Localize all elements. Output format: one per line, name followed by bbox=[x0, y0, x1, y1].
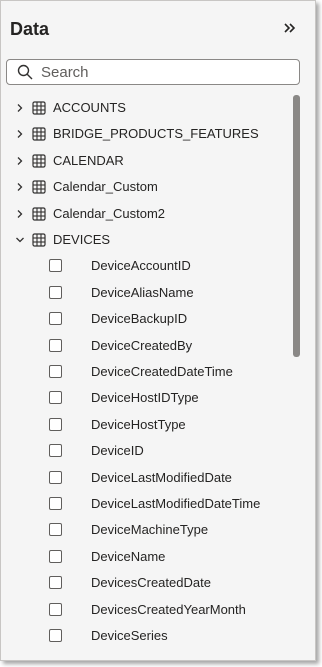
field-checkbox[interactable] bbox=[49, 549, 62, 563]
field-checkbox[interactable] bbox=[49, 417, 62, 431]
field-row[interactable]: DeviceID bbox=[1, 438, 291, 464]
field-name: DeviceMachineType bbox=[91, 522, 209, 538]
table-name: ACCOUNTS bbox=[53, 100, 126, 115]
field-checkbox[interactable] bbox=[49, 629, 62, 642]
chevron-right-icon[interactable] bbox=[15, 156, 25, 166]
field-name: DevicesCreatedDate bbox=[91, 575, 211, 591]
chevron-right-icon[interactable] bbox=[15, 103, 25, 113]
field-checkbox[interactable] bbox=[49, 497, 62, 510]
field-checkbox[interactable] bbox=[49, 444, 62, 458]
table-icon bbox=[32, 180, 46, 194]
field-checkbox[interactable] bbox=[49, 285, 62, 299]
field-row[interactable]: DeviceCreatedDateTime bbox=[1, 359, 291, 385]
chevron-down-icon[interactable] bbox=[15, 235, 25, 245]
field-name: DeviceAccountID bbox=[91, 258, 191, 274]
chevron-right-icon[interactable] bbox=[15, 129, 25, 139]
double-chevron-right-icon bbox=[284, 23, 296, 33]
field-row[interactable]: DeviceHostType bbox=[1, 412, 291, 438]
table-name: DEVICES bbox=[53, 232, 111, 247]
field-checkbox[interactable] bbox=[49, 312, 62, 326]
field-checkbox[interactable] bbox=[49, 391, 62, 405]
field-row[interactable]: DeviceMachineType bbox=[1, 517, 291, 543]
field-name: DeviceCreatedDateTime bbox=[91, 364, 233, 379]
table-row[interactable]: ACCOUNTS bbox=[1, 95, 291, 121]
table-row[interactable]: CALENDAR bbox=[1, 148, 291, 174]
field-name: DeviceSeries bbox=[91, 628, 168, 643]
table-icon bbox=[32, 206, 46, 221]
field-checkbox[interactable] bbox=[49, 576, 62, 590]
field-name: DevicesCreatedYearMonth bbox=[91, 601, 246, 617]
field-name: DeviceAliasName bbox=[91, 284, 194, 300]
pane-title: Data bbox=[10, 19, 50, 39]
table-icon bbox=[32, 127, 46, 141]
table-row[interactable]: Calendar_Custom bbox=[1, 174, 291, 200]
field-name: DeviceCreatedBy bbox=[91, 337, 193, 353]
field-name: DeviceName bbox=[91, 548, 166, 564]
field-row[interactable]: DeviceSeries bbox=[1, 623, 291, 649]
field-checkbox[interactable] bbox=[49, 602, 62, 616]
table-row[interactable]: DEVICES bbox=[1, 227, 291, 253]
field-name: DeviceBackupID bbox=[91, 311, 188, 327]
field-row[interactable]: DeviceBackupID bbox=[1, 306, 291, 332]
field-row[interactable]: DeviceHostIDType bbox=[1, 385, 291, 411]
table-row[interactable]: Calendar_Custom2 bbox=[1, 201, 291, 227]
field-row[interactable]: DeviceAccountID bbox=[1, 253, 291, 279]
field-row[interactable]: DeviceAliasName bbox=[1, 280, 291, 306]
field-checkbox[interactable] bbox=[49, 338, 62, 352]
data-pane: Data ACCOUNTS BRIDGE_PRODUCTS_FEATURES CAL… bbox=[0, 0, 316, 661]
fields-tree: ACCOUNTS BRIDGE_PRODUCTS_FEATURES CALENDAR… bbox=[1, 93, 291, 660]
table-icon bbox=[32, 101, 46, 115]
field-name: DeviceLastModifiedDateTime bbox=[91, 496, 261, 511]
table-name: BRIDGE_PRODUCTS_FEATURES bbox=[53, 126, 259, 142]
field-row[interactable]: DeviceLastModifiedDate bbox=[1, 465, 291, 491]
table-row[interactable]: BRIDGE_PRODUCTS_FEATURES bbox=[1, 121, 291, 147]
field-name: DeviceID bbox=[91, 443, 144, 459]
field-row[interactable]: DeviceName bbox=[1, 544, 291, 570]
search-icon bbox=[17, 64, 33, 80]
pane-header: Data bbox=[1, 1, 315, 51]
field-row[interactable]: DeviceLastModifiedDateTime bbox=[1, 491, 291, 517]
table-name: Calendar_Custom2 bbox=[53, 205, 166, 221]
field-name: DeviceHostIDType bbox=[91, 390, 199, 406]
field-checkbox[interactable] bbox=[49, 365, 62, 378]
field-name: DeviceLastModifiedDate bbox=[91, 469, 232, 485]
field-checkbox[interactable] bbox=[49, 523, 62, 537]
field-checkbox[interactable] bbox=[49, 470, 62, 484]
collapse-pane-button[interactable] bbox=[282, 20, 298, 36]
field-row[interactable]: DevicesCreatedDate bbox=[1, 570, 291, 596]
field-name: DeviceHostType bbox=[91, 416, 186, 432]
table-icon bbox=[32, 233, 46, 247]
chevron-right-icon[interactable] bbox=[15, 182, 25, 192]
table-name: Calendar_Custom bbox=[53, 179, 158, 195]
search-box[interactable] bbox=[6, 59, 300, 85]
field-row[interactable]: DeviceCreatedBy bbox=[1, 333, 291, 359]
search-input[interactable] bbox=[41, 62, 291, 82]
field-row[interactable]: DevicesCreatedYearMonth bbox=[1, 597, 291, 623]
chevron-right-icon[interactable] bbox=[15, 209, 25, 219]
table-name: CALENDAR bbox=[53, 152, 124, 168]
field-checkbox[interactable] bbox=[49, 259, 62, 273]
table-icon bbox=[32, 154, 46, 168]
scrollbar-thumb[interactable] bbox=[293, 95, 300, 357]
